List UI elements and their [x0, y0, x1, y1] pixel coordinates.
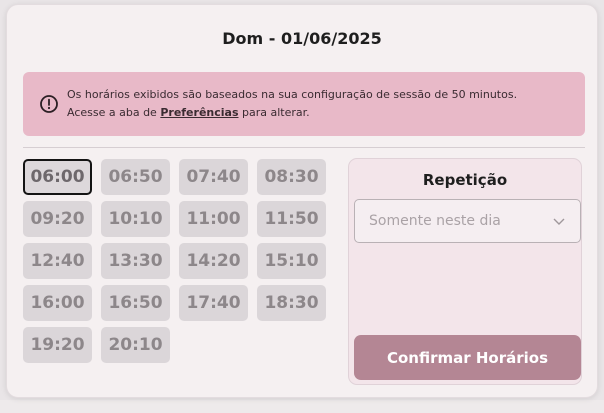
alert-line-2-suffix: para alterar. — [238, 106, 310, 119]
chevron-down-icon — [553, 218, 565, 225]
repetition-select[interactable]: Somente neste dia — [354, 199, 581, 243]
schedule-dialog: Dom - 01/06/2025 Os horários exibidos sã… — [6, 4, 598, 398]
info-circle-icon — [40, 95, 58, 113]
time-slot-button[interactable]: 11:50 — [257, 201, 326, 237]
backdrop — [0, 400, 604, 413]
time-slot-button[interactable]: 07:40 — [179, 159, 248, 195]
time-slot-button[interactable]: 08:30 — [257, 159, 326, 195]
repetition-select-value: Somente neste dia — [369, 213, 501, 229]
repetition-panel: Repetição Somente neste dia Confirmar Ho… — [348, 158, 582, 385]
time-slot-button[interactable]: 17:40 — [179, 285, 248, 321]
time-slot-button[interactable]: 12:40 — [23, 243, 92, 279]
time-slot-button[interactable]: 09:20 — [23, 201, 92, 237]
time-slot-button[interactable]: 10:10 — [101, 201, 170, 237]
dialog-title: Dom - 01/06/2025 — [222, 29, 382, 48]
time-slot-button[interactable]: 06:00 — [23, 159, 92, 195]
time-slot-button[interactable]: 15:10 — [257, 243, 326, 279]
alert-line-2-prefix: Acesse a aba de — [67, 106, 161, 119]
time-slot-button[interactable]: 16:50 — [101, 285, 170, 321]
time-slot-button[interactable]: 16:00 — [23, 285, 92, 321]
alert-message: Os horários exibidos são baseados na sua… — [67, 86, 517, 122]
time-slot-button[interactable]: 06:50 — [101, 159, 170, 195]
time-slot-button[interactable]: 11:00 — [179, 201, 248, 237]
preferences-link[interactable]: Preferências — [160, 106, 238, 119]
alert-line-2: Acesse a aba de Preferências para altera… — [67, 104, 517, 122]
time-slot-button[interactable]: 20:10 — [101, 327, 170, 363]
repetition-title: Repetição — [422, 171, 508, 189]
time-slot-button[interactable]: 13:30 — [101, 243, 170, 279]
time-slot-button[interactable]: 18:30 — [257, 285, 326, 321]
session-info-alert: Os horários exibidos são baseados na sua… — [23, 72, 585, 136]
time-slot-grid: 06:00 06:50 07:40 08:30 09:20 10:10 11:00 11:50… — [23, 159, 333, 363]
divider — [23, 147, 585, 148]
alert-line-1: Os horários exibidos são baseados na sua… — [67, 88, 518, 101]
confirm-times-button[interactable]: Confirmar Horários — [354, 335, 581, 380]
time-slot-button[interactable]: 19:20 — [23, 327, 92, 363]
time-slot-button[interactable]: 14:20 — [179, 243, 248, 279]
